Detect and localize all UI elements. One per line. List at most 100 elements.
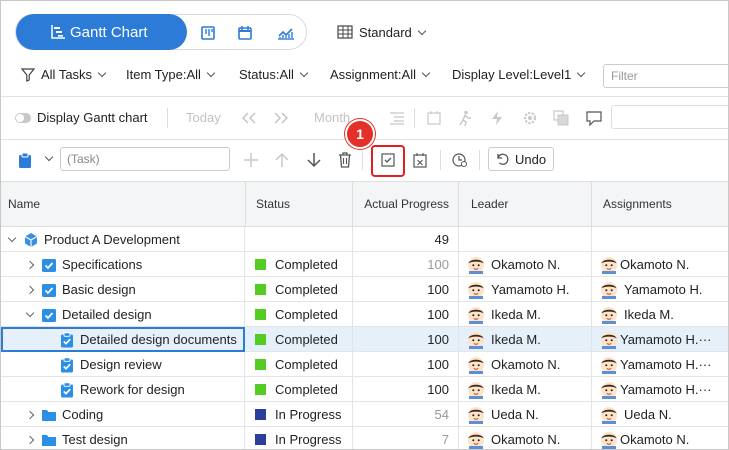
cell-status[interactable]: Completed (245, 302, 353, 327)
cell-status[interactable]: Completed (245, 352, 353, 377)
cell-actual-progress[interactable]: 100 (353, 252, 459, 277)
expand-toggle[interactable] (23, 260, 37, 269)
cell-name[interactable]: Detailed design documents (1, 327, 245, 352)
cell-name[interactable]: Coding (1, 402, 245, 427)
cell-assignments[interactable]: Okamoto N. (592, 252, 728, 277)
cell-status[interactable]: Completed (245, 327, 353, 352)
month-select[interactable]: Month (314, 110, 350, 125)
column-header-status[interactable]: Status (246, 182, 353, 226)
cell-assignments[interactable]: Okamoto N. (592, 427, 728, 449)
layout-select[interactable]: Standard (337, 21, 427, 43)
cell-name[interactable]: Detailed design (1, 302, 245, 327)
cell-assignments[interactable]: Ikeda M. (592, 302, 728, 327)
table-row[interactable]: Coding In Progress 54 Ueda N. Ueda N. (1, 402, 728, 427)
table-row[interactable]: Specifications Completed 100 Okamoto N. Okam… (1, 252, 728, 277)
cell-actual-progress[interactable]: 100 (353, 377, 459, 402)
next-period-button[interactable] (271, 108, 291, 128)
undo-button[interactable]: Undo (488, 147, 554, 171)
schedule-button[interactable] (450, 150, 470, 170)
cell-assignments[interactable] (592, 227, 728, 252)
kanban-view-button[interactable] (197, 22, 219, 44)
filter-input[interactable]: Filter (603, 64, 728, 88)
expand-toggle[interactable] (23, 410, 37, 419)
task-type-select[interactable] (15, 150, 35, 170)
table-row[interactable]: Detailed design documents Completed 100 Ike… (1, 327, 728, 352)
report-view-button[interactable] (275, 22, 297, 44)
cell-status[interactable]: In Progress (245, 402, 353, 427)
column-header-actual-progress[interactable]: Actual Progress (353, 182, 459, 226)
display-level-filter[interactable]: Display Level:Level1 (452, 67, 586, 82)
cell-name[interactable]: Product A Development (1, 227, 245, 252)
table-row[interactable]: Product A Development 49 (1, 227, 728, 252)
cell-assignments[interactable]: Yamamoto H.··· (592, 377, 728, 402)
calendar-view-button[interactable] (234, 22, 256, 44)
cell-status[interactable]: In Progress (245, 427, 353, 449)
today-button[interactable]: Today (186, 110, 221, 125)
item-type-filter[interactable]: Item Type:All (126, 67, 216, 82)
status-filter[interactable]: Status:All (239, 67, 309, 82)
cell-assignments[interactable]: Yamamoto H.··· (592, 327, 728, 352)
column-header-assignments[interactable]: Assignments (592, 182, 728, 226)
complete-task-button[interactable] (378, 150, 398, 170)
column-header-leader[interactable]: Leader (459, 182, 592, 226)
cell-actual-progress[interactable]: 49 (353, 227, 459, 252)
gantt-chart-view-button[interactable]: Gantt Chart (16, 14, 187, 50)
cell-leader[interactable]: Ikeda M. (459, 377, 592, 402)
cell-name[interactable]: Basic design (1, 277, 245, 302)
cell-leader[interactable]: Ueda N. (459, 402, 592, 427)
cell-assignments[interactable]: Yamamoto H. (592, 277, 728, 302)
cell-status[interactable] (245, 227, 353, 252)
cell-name[interactable]: Specifications (1, 252, 245, 277)
cell-leader[interactable]: Okamoto N. (459, 427, 592, 449)
delete-button[interactable] (335, 150, 355, 170)
table-row[interactable]: Detailed design Completed 100 Ikeda M. Ikeda… (1, 302, 728, 327)
all-tasks-filter[interactable]: All Tasks (21, 67, 107, 82)
assignment-filter[interactable]: Assignment:All (330, 67, 431, 82)
cell-assignments[interactable]: Yamamoto H.··· (592, 352, 728, 377)
move-down-button[interactable] (304, 150, 324, 170)
move-up-button[interactable] (272, 150, 292, 170)
cell-leader[interactable]: Okamoto N. (459, 352, 592, 377)
prev-period-button[interactable] (239, 108, 259, 128)
cell-leader[interactable]: Ikeda M. (459, 302, 592, 327)
task-name-input[interactable]: (Task) (60, 147, 230, 171)
table-row[interactable]: Basic design Completed 100 Yamamoto H. Yamam… (1, 277, 728, 302)
cell-actual-progress[interactable]: 100 (353, 327, 459, 352)
gantt-search-input[interactable] (611, 105, 728, 129)
auto-schedule-button[interactable] (487, 108, 507, 128)
cell-status[interactable]: Completed (245, 252, 353, 277)
cell-name[interactable]: Rework for design (1, 377, 245, 402)
cell-leader[interactable]: Okamoto N. (459, 252, 592, 277)
milestone-button[interactable] (424, 108, 444, 128)
cell-leader[interactable] (459, 227, 592, 252)
cell-leader[interactable]: Yamamoto H. (459, 277, 592, 302)
cell-actual-progress[interactable]: 100 (353, 302, 459, 327)
critical-path-button[interactable] (455, 108, 475, 128)
clear-date-button[interactable] (410, 150, 430, 170)
cell-actual-progress[interactable]: 100 (353, 277, 459, 302)
settings-button[interactable] (519, 108, 541, 128)
cell-status[interactable]: Completed (245, 377, 353, 402)
column-header-name[interactable]: Name (1, 182, 246, 226)
expand-toggle[interactable] (23, 435, 37, 444)
add-task-button[interactable] (241, 150, 261, 170)
comment-button[interactable] (583, 108, 605, 128)
cell-leader[interactable]: Ikeda M. (459, 327, 592, 352)
cell-name[interactable]: Test design (1, 427, 245, 449)
cell-status[interactable]: Completed (245, 277, 353, 302)
chevron-down-icon[interactable] (44, 152, 54, 162)
indent-button[interactable] (387, 108, 407, 128)
expand-toggle[interactable] (23, 308, 37, 318)
copy-button[interactable] (550, 108, 572, 128)
table-row[interactable]: Test design In Progress 7 Okamoto N. Okamoto… (1, 427, 728, 449)
expand-toggle[interactable] (5, 233, 19, 243)
cell-assignments[interactable]: Ueda N. (592, 402, 728, 427)
table-row[interactable]: Design review Completed 100 Okamoto N. Yamam… (1, 352, 728, 377)
cell-actual-progress[interactable]: 54 (353, 402, 459, 427)
expand-toggle[interactable] (23, 285, 37, 294)
cell-actual-progress[interactable]: 7 (353, 427, 459, 449)
cell-name[interactable]: Design review (1, 352, 245, 377)
table-row[interactable]: Rework for design Completed 100 Ikeda M. Yam… (1, 377, 728, 402)
display-gantt-toggle[interactable] (15, 113, 31, 123)
cell-actual-progress[interactable]: 100 (353, 352, 459, 377)
